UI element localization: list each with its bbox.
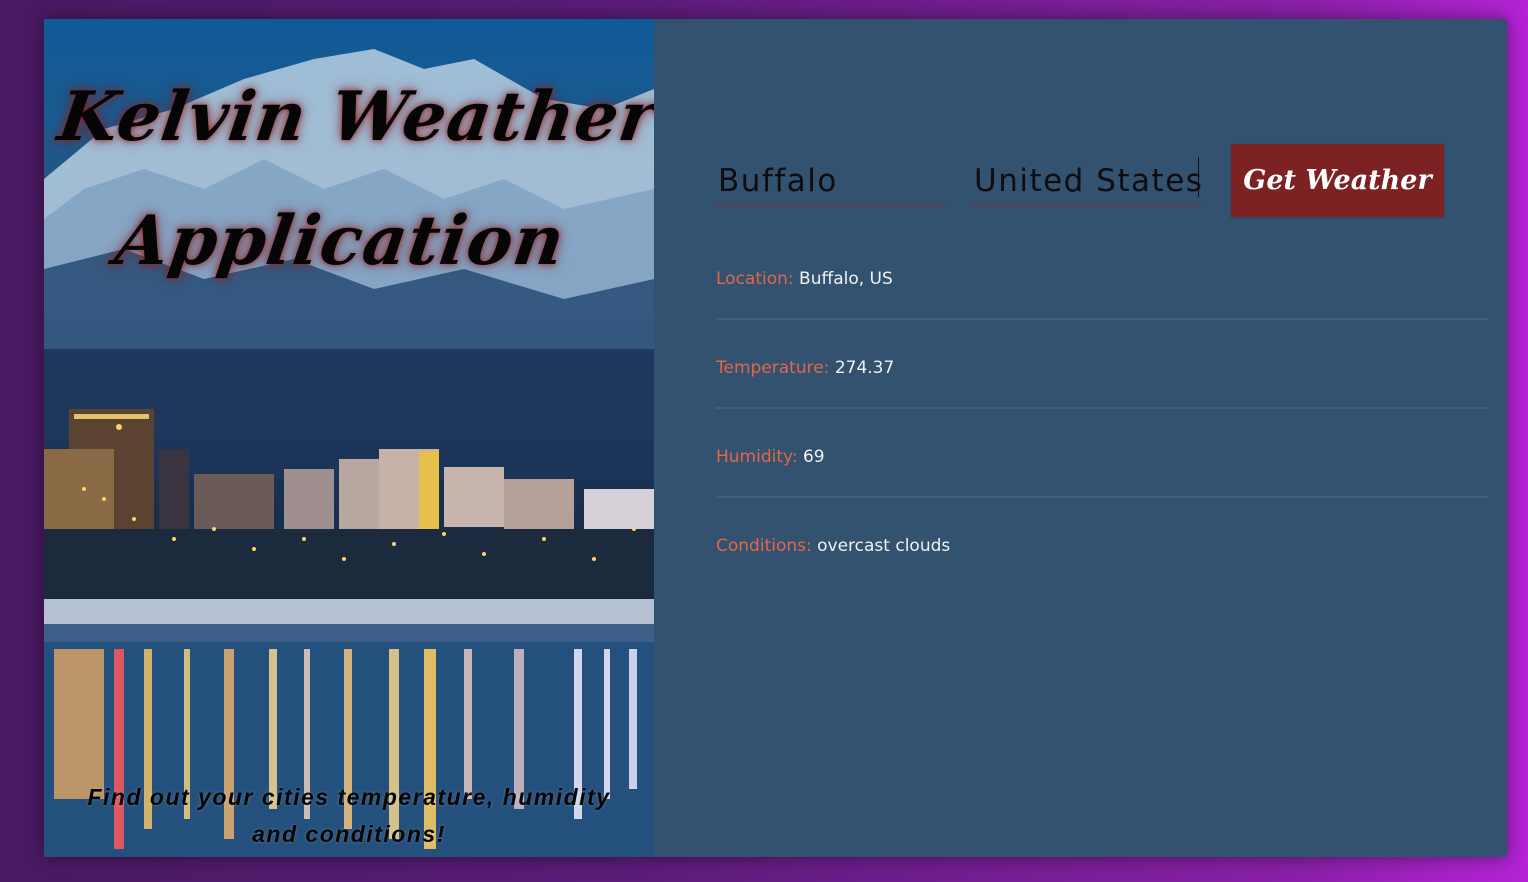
conditions-label: Conditions: — [716, 536, 818, 556]
get-weather-button[interactable]: Get Weather — [1231, 144, 1444, 217]
humidity-value: 69 — [802, 447, 825, 467]
country-input[interactable] — [972, 163, 1204, 199]
weather-search-form: Get Weather — [716, 144, 1444, 217]
text-cursor — [1198, 157, 1199, 197]
app-title: Kelvin Weather Application — [44, 55, 654, 303]
temperature-value: 274.37 — [834, 358, 895, 378]
app-title-line2: Application — [110, 201, 570, 281]
app-window: Kelvin Weather Application Find out your… — [44, 19, 1507, 857]
hero-image-panel: Kelvin Weather Application Find out your… — [44, 19, 654, 857]
humidity-label: Humidity: — [716, 447, 803, 467]
app-tagline: Find out your cities temperature, humidi… — [87, 784, 611, 847]
country-field — [972, 145, 1204, 206]
conditions-value: overcast clouds — [817, 536, 951, 556]
humidity-row: Humidity: 69 — [716, 409, 1488, 498]
weather-results: Location: Buffalo, US Temperature: 274.3… — [716, 231, 1488, 587]
city-field — [716, 145, 948, 206]
temperature-label: Temperature: — [716, 358, 835, 378]
weather-panel: Get Weather Location: Buffalo, US Temper… — [654, 19, 1507, 857]
location-label: Location: — [716, 269, 800, 289]
city-input[interactable] — [716, 163, 948, 199]
app-title-line1: Kelvin Weather — [53, 77, 654, 157]
conditions-row: Conditions: overcast clouds — [716, 498, 1488, 587]
temperature-row: Temperature: 274.37 — [716, 320, 1488, 409]
location-value: Buffalo, US — [799, 269, 893, 289]
location-row: Location: Buffalo, US — [716, 231, 1488, 320]
